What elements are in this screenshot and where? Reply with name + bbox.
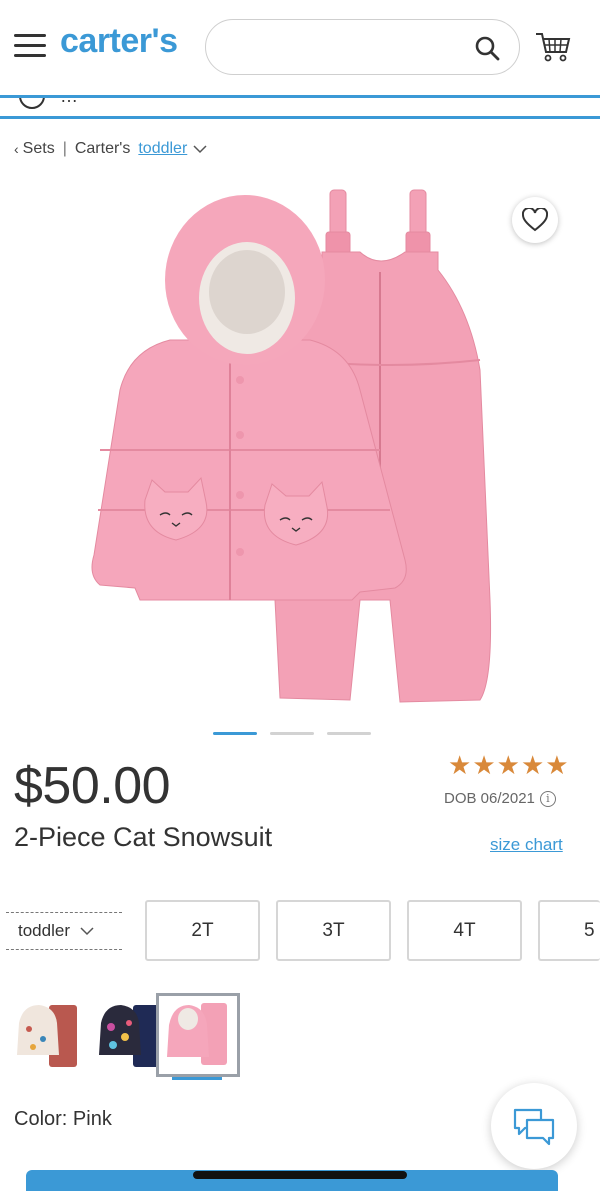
carousel-dot[interactable] [270,732,314,735]
swatch-image [17,1005,77,1067]
size-option[interactable]: 2T [145,900,260,961]
search-input[interactable] [226,32,466,62]
favorite-button[interactable] [512,197,558,243]
promo-icon [19,98,45,109]
home-indicator [193,1171,407,1179]
search-icon[interactable] [473,34,501,62]
swatch-cream-print[interactable] [6,993,90,1077]
promo-banner[interactable]: … [0,95,600,119]
promo-text: … [60,95,78,106]
size-option[interactable]: 3T [276,900,391,961]
size-type-label: toddler [18,921,70,940]
size-type-dropdown[interactable]: toddler [6,912,122,950]
chat-icon [513,1108,555,1146]
chat-button[interactable] [491,1083,577,1169]
chevron-down-icon[interactable] [193,144,207,154]
swatch-image [167,1003,227,1065]
heart-icon [522,208,548,232]
carousel-dot[interactable] [213,732,257,735]
info-icon[interactable]: i [539,790,556,807]
product-price: $50.00 [14,757,171,815]
size-chart-link[interactable]: size chart [490,835,563,855]
menu-icon[interactable] [14,34,46,58]
product-title: 2-Piece Cat Snowsuit [14,822,273,852]
size-option[interactable]: 4T [407,900,522,961]
dob-text: DOB 06/2021 [444,790,535,807]
swatch-image [99,1005,159,1067]
star-icon: ★ [448,750,472,780]
breadcrumb-back[interactable]: Sets [23,140,55,158]
star-icon: ★ [472,750,496,780]
chevron-left-icon: ‹ [14,141,19,157]
breadcrumb: ‹ Sets | Carter's toddler [14,140,207,158]
star-icon: ★ [545,750,569,780]
cart-icon[interactable] [534,30,572,64]
size-option[interactable]: 5 [538,900,600,961]
rating-stars[interactable]: ★ ★ ★ ★ ★ [448,752,569,778]
color-label: Color: Pink [14,1108,112,1130]
dob-info: DOB 06/2021 i [444,790,556,807]
swatch-pink[interactable] [156,993,240,1077]
star-icon: ★ [520,750,545,780]
star-icon: ★ [496,750,520,780]
selected-swatch-indicator [172,1077,222,1080]
breadcrumb-size-link[interactable]: toddler [138,140,187,158]
breadcrumb-brand[interactable]: Carter's [75,140,131,158]
chevron-down-icon [80,927,94,936]
breadcrumb-separator: | [62,140,67,157]
image-carousel-dots [213,732,371,735]
header: carter's [0,0,600,96]
logo[interactable]: carter's [60,22,178,61]
product-image[interactable] [60,180,540,710]
search-bar[interactable] [205,19,520,75]
carousel-dot[interactable] [327,732,371,735]
